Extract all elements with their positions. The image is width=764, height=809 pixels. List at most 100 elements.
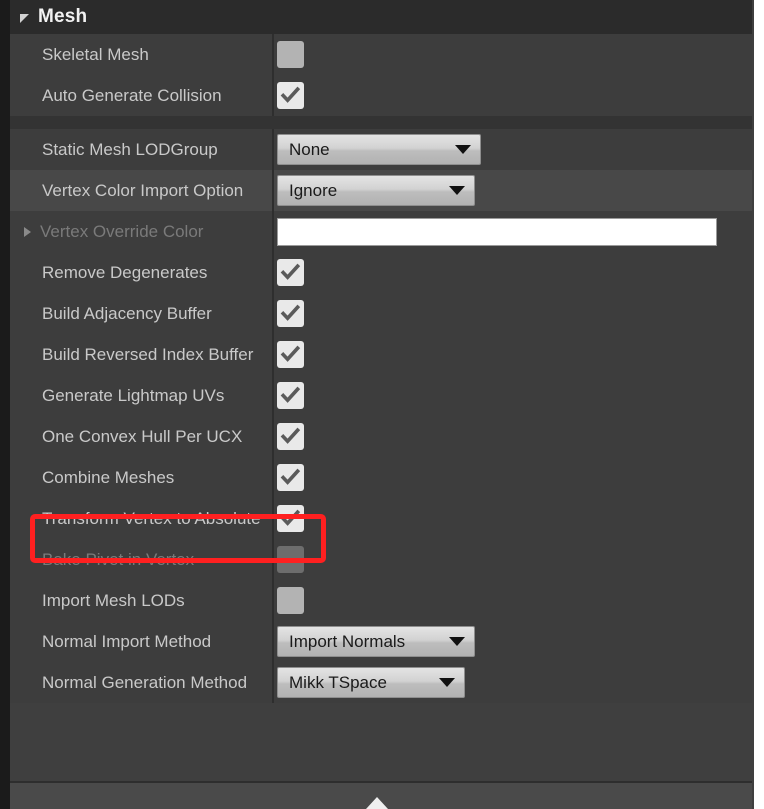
property-row[interactable]: Skeletal Mesh [10, 34, 752, 75]
property-label: Vertex Override Color [40, 221, 204, 241]
property-label-cell: Auto Generate Collision [10, 86, 272, 106]
property-label-cell: Transform Vertex to Absolute [10, 509, 272, 529]
property-label: Build Reversed Index Buffer [42, 344, 254, 364]
property-row[interactable]: Transform Vertex to Absolute [10, 498, 752, 539]
property-value-cell [272, 334, 752, 375]
property-label: One Convex Hull Per UCX [42, 426, 243, 446]
property-row[interactable]: Generate Lightmap UVs [10, 375, 752, 416]
check-icon [280, 509, 301, 526]
property-value-cell [272, 375, 752, 416]
window-right-edge [754, 0, 764, 809]
property-row[interactable]: Vertex Override Color [10, 211, 752, 252]
property-label: Generate Lightmap UVs [42, 385, 225, 405]
chevron-down-icon[interactable] [449, 637, 465, 646]
property-label-cell: Remove Degenerates [10, 263, 272, 283]
chevron-down-icon[interactable] [455, 145, 471, 154]
property-panel-root: Mesh Skeletal Mesh Auto Generate Collisio… [0, 0, 764, 809]
property-row[interactable]: Vertex Color Import Option Ignore [10, 170, 752, 211]
dropdown-select[interactable]: None [277, 134, 481, 165]
triangle-collapsed-icon[interactable] [24, 226, 31, 237]
dropdown-select[interactable]: Import Normals [277, 626, 475, 657]
checkbox[interactable] [277, 382, 304, 409]
property-label: Skeletal Mesh [42, 44, 149, 64]
mesh-details-panel: Mesh Skeletal Mesh Auto Generate Collisio… [10, 0, 752, 809]
property-row[interactable]: Import Mesh LODs [10, 580, 752, 621]
property-label-cell: One Convex Hull Per UCX [10, 427, 272, 447]
property-label-cell: Generate Lightmap UVs [10, 386, 272, 406]
dropdown-value: None [289, 139, 330, 159]
property-value-cell [272, 293, 752, 334]
property-label: Auto Generate Collision [42, 85, 222, 105]
check-icon [280, 468, 301, 485]
property-label: Bake Pivot in Vertex [42, 549, 195, 569]
dropdown-value: Mikk TSpace [289, 672, 387, 692]
property-value-cell [272, 498, 752, 539]
property-label-cell: Normal Generation Method [10, 673, 272, 693]
property-row[interactable]: Bake Pivot in Vertex [10, 539, 752, 580]
property-label-cell: Static Mesh LODGroup [10, 140, 272, 160]
dropdown-select[interactable]: Mikk TSpace [277, 667, 465, 698]
property-row[interactable]: Normal Import Method Import Normals [10, 621, 752, 662]
property-value-cell: None [272, 129, 752, 170]
property-value-cell [272, 252, 752, 293]
property-label-cell: Build Reversed Index Buffer [10, 345, 272, 365]
property-value-cell [272, 457, 752, 498]
property-label-cell: Import Mesh LODs [10, 591, 272, 611]
check-icon [280, 427, 301, 444]
checkbox[interactable] [277, 423, 304, 450]
property-row[interactable]: Normal Generation Method Mikk TSpace [10, 662, 752, 703]
property-label: Build Adjacency Buffer [42, 303, 212, 323]
checkbox[interactable] [277, 300, 304, 327]
check-icon [280, 263, 301, 280]
property-row[interactable]: Build Reversed Index Buffer [10, 334, 752, 375]
check-icon [280, 386, 301, 403]
caret-up-icon[interactable] [366, 797, 388, 809]
property-row[interactable]: Static Mesh LODGroup None [10, 129, 752, 170]
dropdown-select[interactable]: Ignore [277, 175, 475, 206]
checkbox[interactable] [277, 82, 304, 109]
checkbox[interactable] [277, 464, 304, 491]
property-row[interactable]: Build Adjacency Buffer [10, 293, 752, 334]
property-label-cell: Vertex Override Color [10, 222, 272, 242]
section-separator [10, 116, 752, 129]
color-swatch[interactable] [277, 217, 717, 246]
checkbox[interactable] [277, 259, 304, 286]
chevron-down-icon[interactable] [439, 678, 455, 687]
dropdown-value: Import Normals [289, 631, 406, 651]
property-row[interactable]: Remove Degenerates [10, 252, 752, 293]
property-label: Normal Generation Method [42, 672, 248, 692]
property-label-cell: Normal Import Method [10, 632, 272, 652]
property-label: Normal Import Method [42, 631, 212, 651]
checkbox[interactable] [277, 41, 304, 68]
property-value-cell [272, 211, 752, 252]
property-label-cell: Skeletal Mesh [10, 45, 272, 65]
property-row[interactable]: Combine Meshes [10, 457, 752, 498]
chevron-down-icon[interactable] [449, 186, 465, 195]
checkbox[interactable] [277, 546, 304, 573]
property-row[interactable]: Auto Generate Collision [10, 75, 752, 116]
property-label: Static Mesh LODGroup [42, 139, 218, 159]
category-header-mesh[interactable]: Mesh [10, 0, 752, 34]
property-label-cell: Combine Meshes [10, 468, 272, 488]
check-icon [280, 86, 301, 103]
property-label-cell: Build Adjacency Buffer [10, 304, 272, 324]
property-row[interactable]: One Convex Hull Per UCX [10, 416, 752, 457]
property-value-cell [272, 75, 752, 116]
property-value-cell [272, 416, 752, 457]
check-icon [280, 345, 301, 362]
checkbox[interactable] [277, 587, 304, 614]
property-label: Vertex Color Import Option [42, 180, 244, 200]
check-icon [280, 304, 301, 321]
property-value-cell [272, 539, 752, 580]
property-value-cell: Mikk TSpace [272, 662, 752, 703]
triangle-expanded-icon[interactable] [20, 13, 29, 23]
property-label-cell: Bake Pivot in Vertex [10, 550, 272, 570]
property-value-cell: Import Normals [272, 621, 752, 662]
property-label: Remove Degenerates [42, 262, 208, 282]
property-label: Combine Meshes [42, 467, 175, 487]
property-label: Transform Vertex to Absolute [42, 508, 261, 528]
property-value-cell: Ignore [272, 170, 752, 211]
checkbox[interactable] [277, 341, 304, 368]
checkbox[interactable] [277, 505, 304, 532]
panel-bottom-bar [10, 781, 752, 809]
